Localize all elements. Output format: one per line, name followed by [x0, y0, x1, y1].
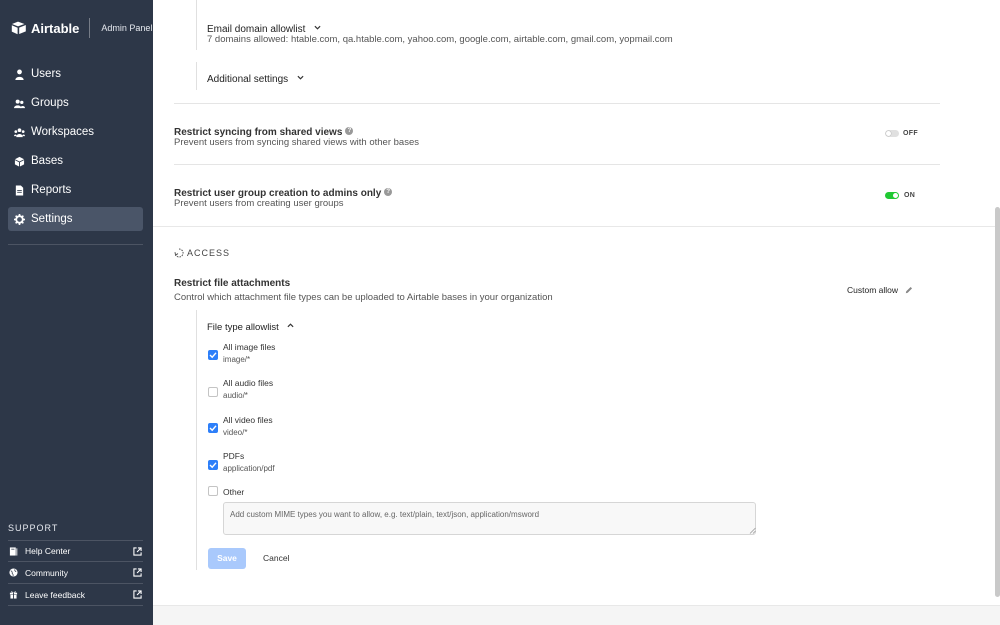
book-icon	[9, 546, 18, 556]
restrict-syncing-description: Prevent users from syncing shared views …	[174, 137, 419, 148]
support-list: Help Center Community Leave feedback	[8, 540, 143, 606]
support-item-community[interactable]: Community	[8, 562, 143, 584]
sidebar-item-users[interactable]: Users	[8, 62, 143, 86]
access-heading: ACCESS	[174, 248, 230, 258]
brand-divider	[89, 18, 91, 38]
sidebar-divider	[8, 244, 143, 245]
sidebar-item-label: Users	[31, 68, 62, 80]
workspaces-icon	[14, 127, 25, 137]
restrict-attachments-description: Control which attachment file types can …	[174, 292, 553, 303]
option-title: PDFs	[223, 451, 245, 461]
gift-icon	[9, 591, 18, 599]
toggle-knob	[886, 131, 891, 136]
help-icon[interactable]: ?	[345, 126, 354, 135]
option-sub: audio/*	[223, 391, 248, 400]
save-button[interactable]: Save	[208, 548, 246, 569]
nested-rule	[196, 0, 197, 50]
admin-panel-label: Admin Panel	[101, 23, 153, 33]
check-icon	[209, 462, 217, 469]
additional-settings-label: Additional settings	[207, 74, 289, 85]
sidebar-item-label: Reports	[31, 184, 72, 196]
nested-rule	[196, 62, 197, 90]
option-title: All video files	[223, 415, 273, 425]
access-icon	[174, 248, 184, 258]
sidebar-nav: Users Groups Workspaces Bases Reports Se…	[8, 62, 143, 236]
video-files-checkbox[interactable]	[208, 423, 218, 433]
row-divider	[174, 103, 940, 104]
check-icon	[209, 352, 217, 359]
reports-icon	[15, 184, 24, 196]
other-checkbox[interactable]	[208, 486, 218, 496]
brand[interactable]: Airtable Admin Panel	[11, 17, 152, 39]
row-divider	[174, 164, 940, 165]
resize-handle-icon[interactable]	[749, 527, 756, 534]
additional-settings-toggle[interactable]: Additional settings	[207, 69, 304, 87]
sidebar-item-label: Settings	[31, 213, 73, 225]
file-type-allowlist-label: File type allowlist	[207, 322, 279, 333]
attachment-mode-control[interactable]: Custom allow	[847, 285, 913, 295]
option-title: All image files	[223, 342, 276, 352]
audio-files-checkbox[interactable]	[208, 387, 218, 397]
option-sub: application/pdf	[223, 464, 275, 473]
main-content: Email domain allowlist 7 domains allowed…	[153, 0, 1000, 625]
sidebar-item-bases[interactable]: Bases	[8, 149, 143, 173]
restrict-groups-toggle[interactable]	[885, 192, 899, 199]
sidebar-item-label: Groups	[31, 97, 69, 109]
email-allowlist-summary: 7 domains allowed: htable.com, qa.htable…	[207, 34, 673, 45]
chevron-down-icon	[314, 26, 321, 30]
bases-icon	[14, 156, 25, 167]
globe-icon	[9, 568, 18, 577]
support-heading: SUPPORT	[8, 523, 59, 533]
brand-name: Airtable	[31, 20, 80, 36]
groups-icon	[14, 99, 25, 108]
support-item-leave-feedback[interactable]: Leave feedback	[8, 584, 143, 606]
option-title: All audio files	[223, 378, 274, 388]
pencil-icon[interactable]	[905, 286, 913, 294]
restrict-groups-description: Prevent users from creating user groups	[174, 198, 344, 209]
toggle-knob	[893, 193, 898, 198]
support-item-help-center[interactable]: Help Center	[8, 540, 143, 562]
external-link-icon	[133, 547, 142, 556]
custom-mime-input[interactable]	[223, 502, 756, 535]
cancel-button[interactable]: Cancel	[263, 548, 289, 569]
restrict-syncing-toggle[interactable]	[885, 130, 899, 137]
check-icon	[209, 425, 217, 432]
restrict-attachments-title: Restrict file attachments	[174, 278, 291, 289]
option-sub: image/*	[223, 355, 251, 364]
airtable-logo-icon	[11, 21, 26, 35]
option-sub: video/*	[223, 428, 248, 437]
sidebar-item-reports[interactable]: Reports	[8, 178, 143, 202]
external-link-icon	[133, 590, 142, 599]
support-item-label: Help Center	[25, 546, 71, 556]
footer-band	[153, 605, 1000, 625]
sidebar-item-label: Bases	[31, 155, 63, 167]
gear-icon	[14, 213, 25, 225]
sidebar-item-settings[interactable]: Settings	[8, 207, 143, 231]
image-files-checkbox[interactable]	[208, 350, 218, 360]
restrict-groups-state: ON	[904, 192, 916, 199]
nested-rule	[196, 310, 197, 570]
user-icon	[15, 69, 24, 80]
help-icon[interactable]: ?	[384, 187, 393, 196]
chevron-down-icon	[297, 76, 304, 80]
sidebar-item-groups[interactable]: Groups	[8, 91, 143, 115]
sidebar: Airtable Admin Panel Users Groups Worksp…	[0, 0, 153, 625]
support-item-label: Community	[25, 567, 68, 578]
sidebar-item-label: Workspaces	[31, 126, 95, 138]
restrict-syncing-state: OFF	[903, 130, 918, 137]
file-type-allowlist-toggle[interactable]: File type allowlist	[207, 317, 294, 335]
chevron-up-icon	[287, 323, 294, 328]
sidebar-item-workspaces[interactable]: Workspaces	[8, 120, 143, 144]
scrollbar[interactable]	[995, 207, 1000, 597]
option-title: Other	[223, 487, 245, 497]
attachment-mode-label: Custom allow	[847, 285, 899, 295]
external-link-icon	[133, 568, 142, 577]
pdfs-checkbox[interactable]	[208, 460, 218, 470]
support-item-label: Leave feedback	[25, 589, 86, 600]
access-heading-label: ACCESS	[187, 248, 231, 258]
